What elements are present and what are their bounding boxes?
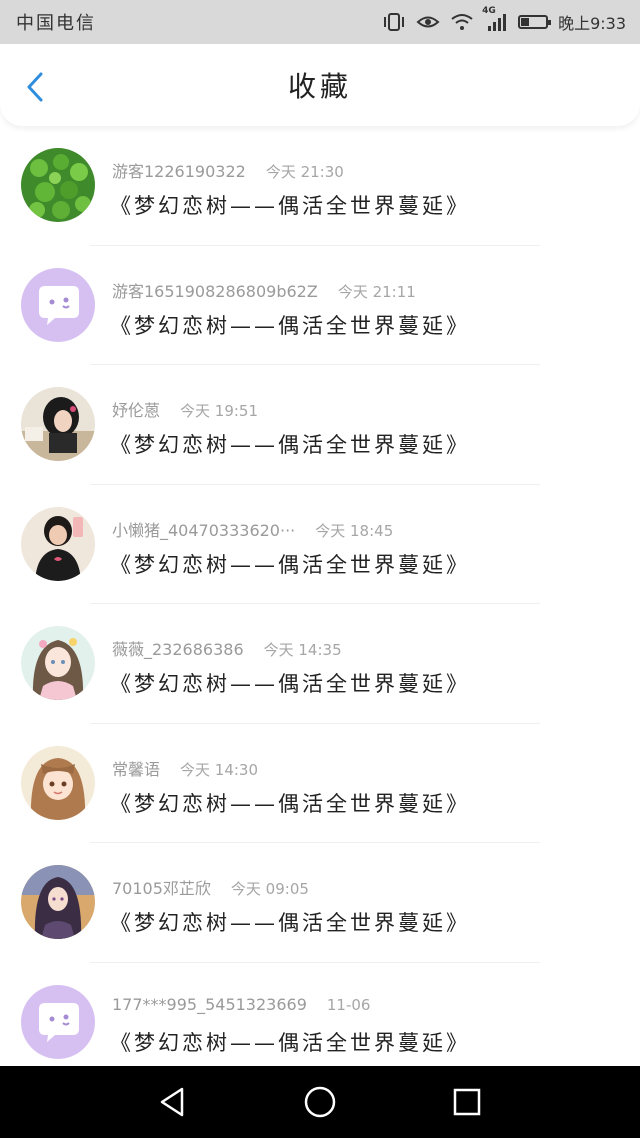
page-header: 收藏 [0,44,640,126]
back-button[interactable] [20,70,50,104]
list-item[interactable]: 70105邓芷欣 今天 09:05 《梦幻恋树——偶活全世界蔓延》 [0,843,640,963]
username: 常馨语 [112,759,161,779]
list-item[interactable]: 小懒猪_40470333620··· 今天 18:45 《梦幻恋树——偶活全世界蔓延… [0,485,640,604]
vibrate-icon [382,12,406,32]
favorited-work-title[interactable]: 《梦幻恋树——偶活全世界蔓延》 [110,429,470,459]
circle-home-icon [304,1086,336,1118]
favorited-work-title[interactable]: 《梦幻恋树——偶活全世界蔓延》 [110,1027,470,1057]
favorites-screen: 中国电信 4G 晚上9:33 收藏 游客1226190322 今天 21:30 … [0,0,640,1138]
list-item[interactable]: 薇薇_232686386 今天 14:35 《梦幻恋树——偶活全世界蔓延》 [0,604,640,724]
item-meta: 常馨语 今天 14:30 [112,756,258,780]
list-item[interactable]: 常馨语 今天 14:30 《梦幻恋树——偶活全世界蔓延》 [0,724,640,843]
avatar[interactable] [21,984,95,1059]
list-item[interactable]: 177***995_5451323669 11-06 《梦幻恋树——偶活全世界蔓延》 [0,963,640,1067]
eye-icon [416,13,440,31]
favorited-work-title[interactable]: 《梦幻恋树——偶活全世界蔓延》 [110,668,470,698]
avatar[interactable] [21,745,95,820]
username: 薇薇_232686386 [112,640,244,659]
battery-icon [518,15,552,29]
battery-level [521,18,530,26]
timestamp: 11-06 [326,995,371,1014]
cellular-signal-icon: 4G [482,6,508,32]
item-meta: 70105邓芷欣 今天 09:05 [112,875,309,899]
timestamp: 今天 21:11 [337,282,416,301]
network-type-label: 4G [482,6,496,16]
item-meta: 177***995_5451323669 11-06 [112,995,370,1014]
username: 游客165190828680​9b62Z [112,281,318,301]
timestamp: 今天 09:05 [230,880,309,898]
timestamp: 今天 19:51 [180,402,259,420]
nav-recent-button[interactable] [447,1082,487,1122]
username: 177***995_5451323669 [112,994,307,1014]
avatar[interactable] [21,865,95,939]
item-meta: 游客1226190322 今天 21:30 [112,158,344,182]
item-meta: 妤伦蒽 今天 19:51 [112,397,258,421]
chevron-left-icon [27,72,43,102]
favorited-work-title[interactable]: 《梦幻恋树——偶活全世界蔓延》 [110,310,470,340]
avatar[interactable] [21,506,95,581]
square-recent-icon [453,1088,480,1116]
avatar[interactable] [21,626,95,700]
carrier-label: 中国电信 [16,13,96,34]
system-nav-bar [0,1066,640,1138]
list-item[interactable]: 游客165190828680​9b62Z 今天 21:11 《梦幻恋树——偶活全世界… [0,246,640,365]
favorited-work-title[interactable]: 《梦幻恋树——偶活全世界蔓延》 [110,788,470,818]
timestamp: 今天 18:45 [315,521,394,540]
favorited-work-title[interactable]: 《梦幻恋树——偶活全世界蔓延》 [110,190,470,220]
favorites-list: 游客1226190322 今天 21:30 《梦幻恋树——偶活全世界蔓延》 游客165… [0,126,640,1066]
item-meta: 薇薇_232686386 今天 14:35 [112,636,342,660]
triangle-back-icon [161,1087,184,1117]
clock-label: 晚上9:33 [558,14,626,33]
item-meta: 小懒猪_40470333620··· 今天 18:45 [112,517,393,541]
status-icons: 4G 晚上9:33 [382,6,626,34]
timestamp: 今天 14:35 [263,641,342,659]
page-title: 收藏 [287,70,352,103]
wifi-icon [450,13,474,31]
avatar[interactable] [21,148,95,222]
avatar[interactable] [21,387,95,461]
nav-home-button[interactable] [300,1082,340,1122]
list-item[interactable]: 游客1226190322 今天 21:30 《梦幻恋树——偶活全世界蔓延》 [0,126,640,246]
favorited-work-title[interactable]: 《梦幻恋树——偶活全世界蔓延》 [110,549,470,579]
status-bar: 中国电信 4G 晚上9:33 [0,0,640,44]
avatar[interactable] [21,267,95,342]
nav-back-button[interactable] [153,1082,193,1122]
timestamp: 今天 21:30 [265,163,344,181]
item-meta: 游客165190828680​9b62Z 今天 21:11 [112,278,416,302]
favorited-work-title[interactable]: 《梦幻恋树——偶活全世界蔓延》 [110,907,470,937]
list-item[interactable]: 妤伦蒽 今天 19:51 《梦幻恋树——偶活全世界蔓延》 [0,365,640,485]
username: 70105邓芷欣 [112,879,211,898]
timestamp: 今天 14:30 [180,760,259,779]
username: 妤伦蒽 [112,401,161,420]
username: 游客1226190322 [112,162,246,181]
username: 小懒猪_40470333620··· [112,520,296,540]
